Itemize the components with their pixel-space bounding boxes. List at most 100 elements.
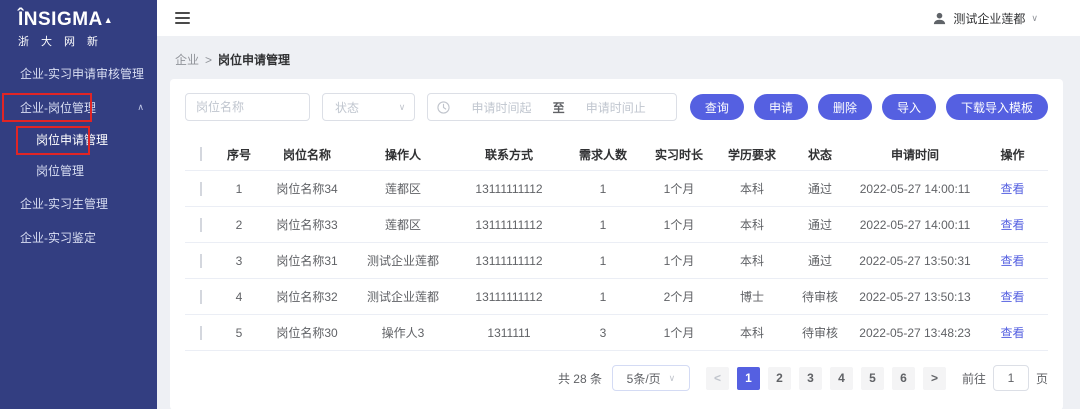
cell-education: 本科 <box>739 182 764 196</box>
sidebar-item-3[interactable]: 岗位管理 <box>0 155 157 186</box>
view-link[interactable]: 查看 <box>1000 218 1024 232</box>
page-size-select[interactable]: 5条/页 ∨ <box>611 365 690 391</box>
column-header-7: 状态 <box>807 147 832 162</box>
table-row: 2 岗位名称33 莲都区 13111111112 1 1个月 本科 通过 2022-05-27 … <box>185 207 1048 243</box>
user-avatar-icon <box>934 12 946 24</box>
view-link[interactable]: 查看 <box>1000 182 1024 196</box>
page-button-5[interactable]: 5 <box>860 366 884 390</box>
sidebar-item-label: 企业-实习鉴定 <box>20 230 96 245</box>
sidebar-menu: 企业-实习申请审核管理 企业-岗位管理 ∧ 岗位申请管理岗位管理企业-实习生管理企业-… <box>0 56 157 254</box>
row-checkbox[interactable] <box>200 181 202 196</box>
sidebar-item-1[interactable]: 企业-岗位管理 ∧ <box>0 90 157 124</box>
chevron-down-icon: ∨ <box>398 101 406 112</box>
goto-page: 前往 页 <box>962 365 1048 391</box>
goto-unit: 页 <box>1035 371 1048 386</box>
breadcrumb-separator: > <box>205 53 213 67</box>
goto-page-input[interactable] <box>992 365 1029 391</box>
column-header-9: 操作 <box>1000 147 1025 162</box>
chevron-up-icon: ∧ <box>137 101 144 112</box>
table-row: 5 岗位名称30 操作人3 1311111 3 1个月 本科 待审核 2022-05-27 13… <box>185 315 1048 351</box>
page-buttons: 123456 <box>736 366 915 390</box>
breadcrumb-current: 岗位申请管理 <box>218 53 291 67</box>
cell-name: 岗位名称30 <box>276 326 338 340</box>
pager: < 123456 > <box>705 366 946 390</box>
topbar: 测试企业莲都 ∨ <box>157 0 1080 36</box>
row-checkbox[interactable] <box>200 217 202 232</box>
sidebar-item-2[interactable]: 岗位申请管理 <box>0 124 157 155</box>
page-button-1[interactable]: 1 <box>736 366 760 390</box>
cell-headcount: 3 <box>599 325 607 340</box>
job-name-input[interactable] <box>185 93 310 121</box>
cell-name: 岗位名称33 <box>276 218 338 232</box>
cell-duration: 1个月 <box>663 218 695 232</box>
user-menu[interactable]: 测试企业莲都 ∨ <box>932 10 1038 27</box>
page-button-2[interactable]: 2 <box>767 366 791 390</box>
date-separator: 至 <box>552 100 565 115</box>
cell-education: 本科 <box>739 326 764 340</box>
cell-contact: 13111111112 <box>475 253 543 268</box>
column-header-3: 联系方式 <box>484 147 533 162</box>
cell-operator: 莲都区 <box>384 218 421 232</box>
toolbar-button-0[interactable]: 查询 <box>689 94 744 120</box>
row-checkbox[interactable] <box>200 253 202 268</box>
toolbar-button-1[interactable]: 申请 <box>753 94 808 120</box>
table-row: 4 岗位名称32 测试企业莲都 13111111112 1 2个月 博士 待审核 2022-05… <box>185 279 1048 315</box>
cell-education: 本科 <box>739 254 764 268</box>
sidebar-item-label: 岗位管理 <box>36 164 85 178</box>
filter-bar: 状态 ∨ 申请时间起 至 申请时间止 查询申请删除导入下载导入模板 <box>185 93 1048 121</box>
sidebar-item-0[interactable]: 企业-实习申请审核管理 <box>0 56 157 90</box>
column-header-6: 学历要求 <box>727 147 776 162</box>
page-button-4[interactable]: 4 <box>829 366 853 390</box>
view-link[interactable]: 查看 <box>1000 254 1024 268</box>
cell-apply_time: 2022-05-27 13:48:23 <box>859 325 971 340</box>
column-header-8: 申请时间 <box>890 147 939 162</box>
main-area: 测试企业莲都 ∨ 企业 > 岗位申请管理 状态 ∨ <box>157 0 1080 409</box>
cell-education: 博士 <box>739 290 764 304</box>
cell-duration: 2个月 <box>663 290 695 304</box>
next-page-button[interactable]: > <box>922 366 946 390</box>
toolbar-button-4[interactable]: 下载导入模板 <box>945 94 1048 120</box>
cell-headcount: 1 <box>599 181 607 196</box>
chevron-down-icon: ∨ <box>1031 12 1038 23</box>
toolbar-button-2[interactable]: 删除 <box>817 94 872 120</box>
cell-apply_time: 2022-05-27 14:00:11 <box>859 217 971 232</box>
logo-text: ÎNSIGMA <box>18 9 103 30</box>
cell-contact: 13111111112 <box>475 217 543 232</box>
table-header-row: 序号 岗位名称 操作人 联系方式 需求人数 实习时长 学历要求 状态 申请时间 操作 <box>185 138 1048 171</box>
content-area: 企业 > 岗位申请管理 状态 ∨ 申请时间起 至 <box>157 36 1080 409</box>
content-card: 状态 ∨ 申请时间起 至 申请时间止 查询申请删除导入下载导入模板 <box>170 79 1063 409</box>
cell-seq: 5 <box>235 325 243 340</box>
apply-date-range-picker[interactable]: 申请时间起 至 申请时间止 <box>427 93 677 121</box>
breadcrumb-parent[interactable]: 企业 <box>175 53 199 67</box>
cell-status: 待审核 <box>801 326 838 340</box>
row-checkbox[interactable] <box>200 289 202 304</box>
sidebar-item-4[interactable]: 企业-实习生管理 <box>0 186 157 220</box>
app-window: ÎNSIGMA▲ 浙大网新 企业-实习申请审核管理 企业-岗位管理 ∧ 岗位申请管理岗… <box>0 0 1080 409</box>
status-select[interactable]: 状态 ∨ <box>322 93 416 121</box>
toolbar-button-3[interactable]: 导入 <box>881 94 936 120</box>
row-checkbox[interactable] <box>200 325 202 340</box>
page-button-6[interactable]: 6 <box>891 366 915 390</box>
cell-name: 岗位名称34 <box>276 182 338 196</box>
cell-duration: 1个月 <box>663 182 695 196</box>
view-link[interactable]: 查看 <box>1000 326 1024 340</box>
sidebar-item-5[interactable]: 企业-实习鉴定 <box>0 220 157 254</box>
cell-headcount: 1 <box>599 289 607 304</box>
cell-status: 通过 <box>807 218 832 232</box>
cell-contact: 1311111 <box>487 325 531 340</box>
hamburger-menu-icon[interactable] <box>175 12 190 24</box>
chevron-down-icon: ∨ <box>668 372 676 383</box>
page-button-3[interactable]: 3 <box>798 366 822 390</box>
date-end-placeholder: 申请时间止 <box>585 100 646 115</box>
cell-headcount: 1 <box>599 217 607 232</box>
select-all-checkbox[interactable] <box>200 147 202 161</box>
status-select-placeholder: 状态 <box>335 100 360 115</box>
cell-education: 本科 <box>739 218 764 232</box>
cell-operator: 莲都区 <box>384 182 421 196</box>
view-link[interactable]: 查看 <box>1000 290 1024 304</box>
column-header-5: 实习时长 <box>654 147 703 162</box>
cell-status: 通过 <box>807 254 832 268</box>
prev-page-button[interactable]: < <box>705 366 729 390</box>
toolbar: 查询 申请 删除 导入 下载导入模板 <box>689 94 1048 120</box>
cell-duration: 1个月 <box>663 254 695 268</box>
